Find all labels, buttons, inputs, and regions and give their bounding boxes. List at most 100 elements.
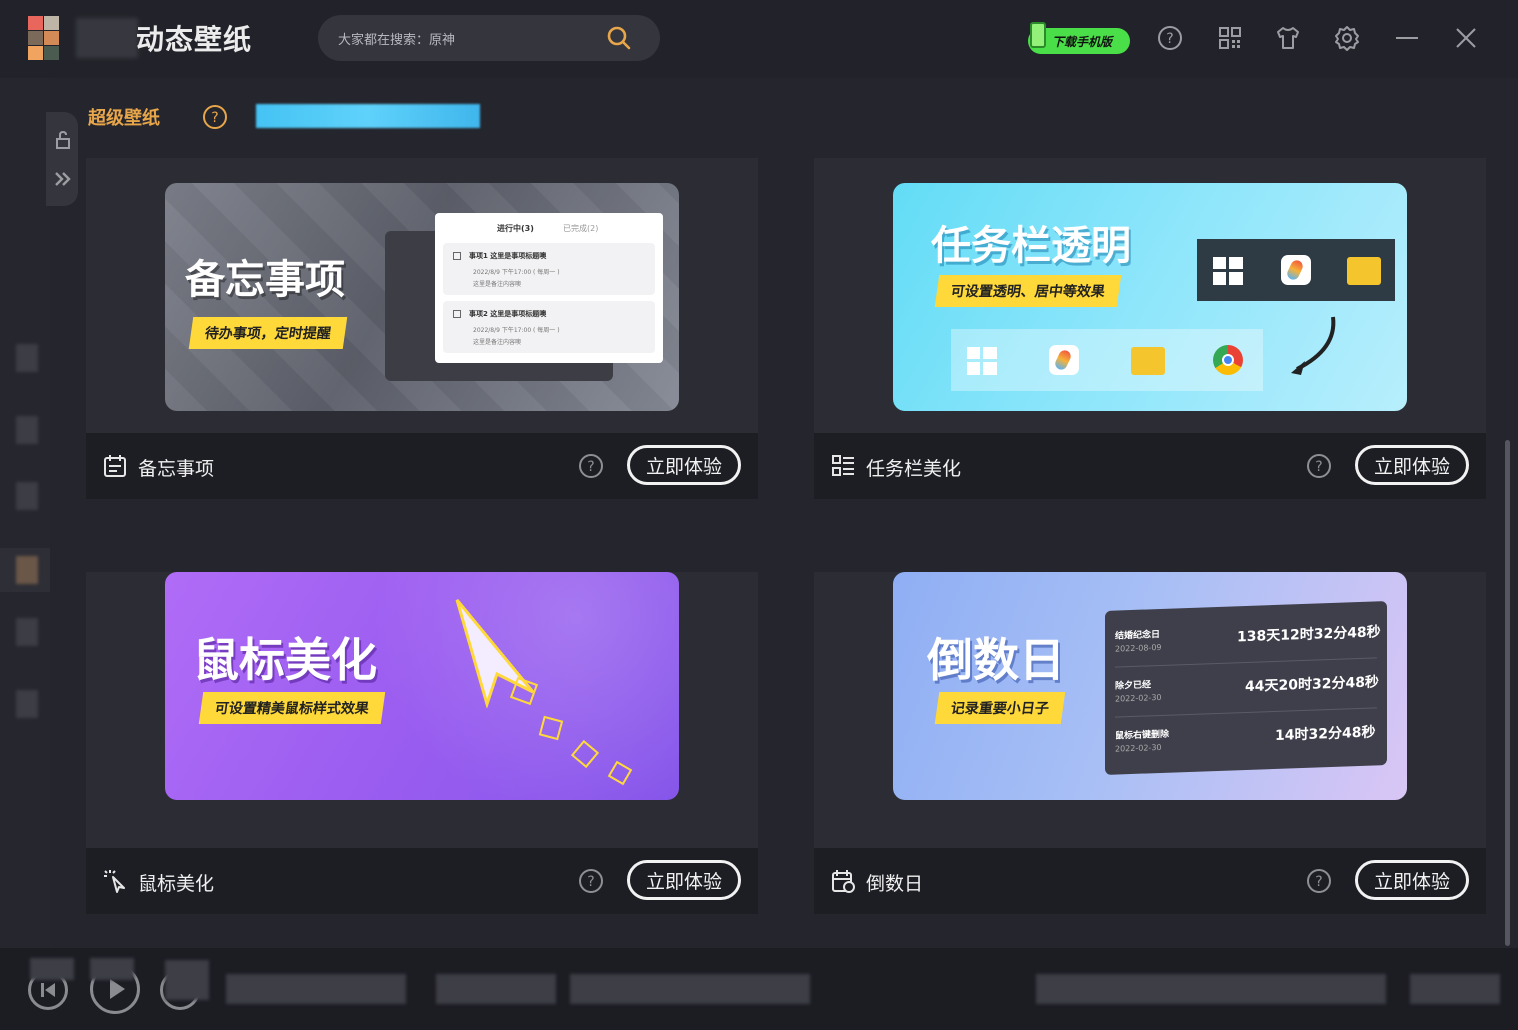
help-icon[interactable]: ? [202, 104, 228, 130]
sidebar-item[interactable] [16, 344, 38, 372]
search-bar[interactable]: 大家都在搜索：原神 [318, 15, 660, 61]
sidebar-item-active[interactable] [0, 548, 50, 592]
help-icon[interactable]: ? [578, 453, 604, 479]
memo-tab-done[interactable]: 已完成(2) [563, 223, 598, 234]
countdown-row-label: 鼠标右键删除 [1115, 729, 1170, 742]
help-icon[interactable]: ? [1306, 868, 1332, 894]
taskbar-banner-tag: 可设置透明、居中等效果 [934, 275, 1122, 307]
app-icon [1281, 255, 1311, 285]
card-footer: 任务栏美化 ? 立即体验 [814, 433, 1486, 499]
redacted-content [1036, 974, 1386, 1004]
redacted-content [436, 974, 556, 1004]
countdown-row-date: 2022-02-30 [1115, 692, 1162, 704]
countdown-row-value: 138天12时32分48秒 [1237, 624, 1381, 646]
card-footer: 备忘事项 ? 立即体验 [86, 433, 758, 499]
sidebar-collapse-handle[interactable] [46, 112, 78, 206]
countdown-row-label: 除夕已经 [1115, 680, 1152, 692]
memo-item-time: 2022/8/9 下午17:00 ( 每周一 ) [473, 327, 560, 334]
countdown-banner-tag: 记录重要小日子 [934, 692, 1066, 724]
memo-item-note: 这里是备注内容噢 [473, 339, 522, 346]
card-name: 倒数日 [866, 873, 924, 895]
taskbar-dark-preview [1197, 239, 1395, 301]
player-bar [0, 948, 1518, 1030]
taskbar-light-preview [951, 329, 1263, 391]
memo-banner: 备忘事项 待办事项，定时提醒 进行中(3) 已完成(2) 事项1 这里是事项标题… [165, 183, 679, 411]
svg-text:?: ? [1315, 874, 1322, 890]
feature-card-memo: 备忘事项 待办事项，定时提醒 进行中(3) 已完成(2) 事项1 这里是事项标题… [86, 158, 758, 499]
memo-banner-tag: 待办事项，定时提醒 [188, 317, 348, 349]
app-logo-icon [28, 16, 62, 60]
card-footer: 鼠标美化 ? 立即体验 [86, 848, 758, 914]
try-now-button[interactable]: 立即体验 [627, 445, 741, 485]
skin-shirt-icon[interactable] [1274, 24, 1302, 52]
help-icon[interactable]: ? [578, 868, 604, 894]
redacted-content [165, 960, 209, 1000]
mouse-banner-headline: 鼠标美化 [193, 633, 377, 687]
card-footer: 倒数日 ? 立即体验 [814, 848, 1486, 914]
unlock-icon[interactable] [54, 130, 72, 150]
svg-text:?: ? [211, 110, 218, 126]
memo-item[interactable]: 事项2 这里是事项标题噢 2022/8/9 下午17:00 ( 每周一 ) 这里… [443, 301, 655, 353]
feature-card-mouse: 鼠标美化 可设置精美鼠标样式效果 鼠标美化 ? 立即体验 [86, 572, 758, 914]
close-icon[interactable] [1452, 24, 1480, 52]
section-title: 超级壁纸 [88, 108, 160, 129]
sidebar-item[interactable] [16, 482, 38, 510]
folder-icon [1131, 347, 1165, 375]
mouse-banner: 鼠标美化 可设置精美鼠标样式效果 [165, 572, 679, 800]
left-sidebar [0, 78, 50, 948]
taskbar-list-icon [832, 455, 854, 476]
countdown-row-value: 44天20时32分48秒 [1245, 674, 1379, 696]
countdown-row-value: 14时32分48秒 [1275, 724, 1376, 744]
arrow-icon [1291, 316, 1336, 375]
feature-card-countdown: 倒数日 记录重要小日子 结婚纪念日 2022-08-09 138天12时32分4… [814, 572, 1486, 914]
countdown-row-date: 2022-02-30 [1115, 742, 1162, 754]
try-now-button[interactable]: 立即体验 [627, 860, 741, 900]
memo-tab-active[interactable]: 进行中(3) [497, 223, 534, 234]
help-icon[interactable]: ? [1156, 24, 1184, 52]
redacted-content [226, 974, 406, 1004]
search-input[interactable]: 大家都在搜索：原神 [338, 29, 455, 48]
windows-icon [1213, 257, 1243, 285]
memo-item[interactable]: 事项1 这里是事项标题噢 2022/8/9 下午17:00 ( 每周一 ) 这里… [443, 243, 655, 295]
memo-item-title: 事项1 这里是事项标题噢 [469, 252, 547, 260]
countdown-widget: 结婚纪念日 2022-08-09 138天12时32分48秒 除夕已经 2022… [1105, 601, 1387, 775]
memo-item-title: 事项2 这里是事项标题噢 [469, 310, 547, 318]
download-mobile-button[interactable]: 下载手机版 [1028, 22, 1130, 54]
qr-code-icon[interactable] [1216, 24, 1244, 52]
app-icon [1049, 345, 1079, 375]
title-bar: 动态壁纸 大家都在搜索：原神 下载手机版 ? [0, 0, 1518, 78]
chevron-double-right-icon[interactable] [53, 170, 73, 188]
chrome-icon [1213, 345, 1243, 375]
redacted-content [30, 958, 74, 980]
svg-text:?: ? [1315, 459, 1322, 475]
help-icon[interactable]: ? [1306, 453, 1332, 479]
taskbar-banner-headline: 任务栏透明 [931, 223, 1131, 269]
taskbar-banner: 任务栏透明 可设置透明、居中等效果 [893, 183, 1407, 411]
phone-icon [1030, 22, 1046, 48]
mouse-click-icon [104, 870, 125, 893]
minimize-icon[interactable] [1393, 24, 1421, 52]
card-name: 鼠标美化 [138, 873, 215, 895]
redacted-content [90, 958, 134, 980]
settings-gear-icon[interactable] [1333, 24, 1361, 52]
search-icon[interactable] [606, 25, 632, 51]
folder-icon [1347, 257, 1381, 285]
app-window: 动态壁纸 大家都在搜索：原神 下载手机版 ? 超级壁纸 ? 备忘事项 待办事项，… [0, 0, 1518, 1030]
try-now-button[interactable]: 立即体验 [1355, 860, 1469, 900]
memo-item-note: 这里是备注内容噢 [473, 281, 522, 288]
memo-item-time: 2022/8/9 下午17:00 ( 每周一 ) [473, 269, 560, 276]
memo-widget: 进行中(3) 已完成(2) 事项1 这里是事项标题噢 2022/8/9 下午17… [435, 213, 663, 363]
mouse-banner-tag: 可设置精美鼠标样式效果 [198, 692, 386, 724]
app-title: 动态壁纸 [136, 23, 253, 56]
sidebar-item[interactable] [16, 618, 38, 646]
try-now-button[interactable]: 立即体验 [1355, 445, 1469, 485]
download-mobile-label: 下载手机版 [1052, 34, 1113, 49]
card-name: 备忘事项 [138, 458, 215, 480]
sidebar-item[interactable] [16, 416, 38, 444]
svg-text:?: ? [1166, 31, 1173, 47]
vertical-scrollbar[interactable] [1505, 440, 1510, 946]
svg-text:?: ? [587, 459, 594, 475]
memo-banner-headline: 备忘事项 [185, 257, 345, 303]
countdown-row-date: 2022-08-09 [1115, 642, 1162, 654]
sidebar-item[interactable] [16, 690, 38, 718]
